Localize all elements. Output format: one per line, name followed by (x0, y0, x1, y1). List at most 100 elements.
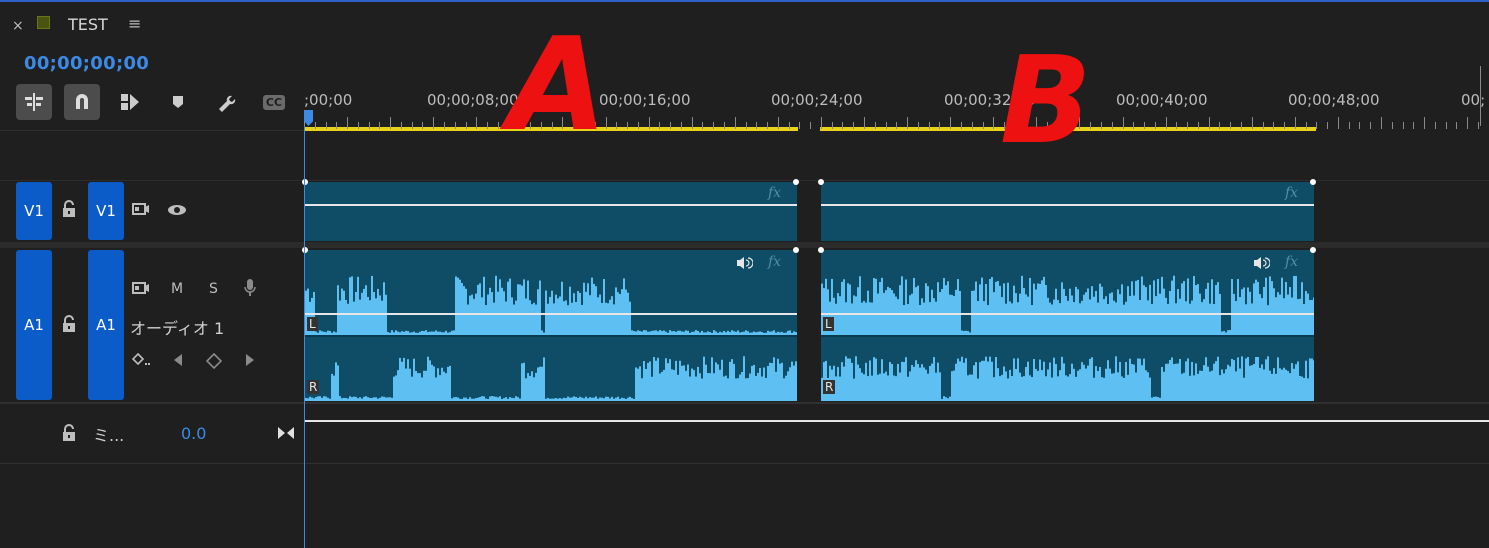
previous-keyframe-icon[interactable] (173, 353, 183, 371)
lock-track-v1-icon[interactable] (61, 200, 77, 222)
waveform-bar (491, 396, 493, 401)
toggle-track-output-eye-icon[interactable] (167, 204, 187, 220)
waveform-bar (1211, 279, 1213, 335)
waveform-bar (1203, 365, 1205, 401)
waveform-bar (569, 397, 571, 401)
clip-start-marker (302, 247, 308, 253)
waveform-bar (1023, 376, 1025, 401)
waveform-bar (753, 364, 755, 401)
target-track-a1[interactable]: A1 (88, 250, 124, 400)
mix-track-volume-line[interactable] (305, 420, 1489, 422)
ruler-tick (1413, 122, 1414, 129)
panel-menu-icon[interactable]: ≡ (128, 14, 141, 33)
waveform-bar (1013, 285, 1015, 335)
mute-track-button[interactable]: M (171, 281, 183, 297)
ruler-tick (993, 117, 994, 129)
waveform-bar (997, 368, 999, 401)
audio-clip-b[interactable]: fx L R (818, 247, 1316, 401)
mix-track-volume-value[interactable]: 0.0 (181, 424, 206, 443)
waveform-bar (575, 302, 577, 335)
lock-track-a1-icon[interactable] (61, 315, 77, 337)
source-patch-a1[interactable]: A1 (16, 250, 52, 400)
waveform-bar (1307, 378, 1309, 401)
add-marker-button[interactable] (160, 84, 196, 120)
waveform-bar (693, 370, 695, 401)
audio-clip-a[interactable]: fx L R (302, 247, 799, 401)
source-patch-v1[interactable]: V1 (16, 182, 52, 240)
volume-rubber-band[interactable] (305, 313, 797, 315)
waveform-bar (1255, 279, 1257, 335)
waveform-bar (1085, 368, 1087, 401)
sequence-tab-title[interactable]: TEST (68, 15, 108, 34)
target-track-v1[interactable]: V1 (88, 182, 124, 240)
timeline-settings-button[interactable] (208, 84, 244, 120)
waveform-bar (505, 301, 507, 335)
waveform-bar (1225, 369, 1227, 401)
waveform-bar (907, 303, 909, 335)
waveform-bar (1003, 366, 1005, 401)
ruler-tick (1144, 122, 1145, 129)
ruler-tick (444, 122, 445, 129)
snap-button[interactable] (64, 84, 100, 120)
fx-badge[interactable]: fx (768, 254, 781, 270)
fx-badge[interactable]: fx (768, 185, 781, 201)
waveform-bar (319, 396, 321, 401)
waveform-bar (721, 359, 723, 401)
waveform-bar (609, 398, 611, 401)
linked-selection-button[interactable] (112, 84, 148, 120)
waveform-bar (517, 397, 519, 401)
waveform-bar (655, 360, 657, 401)
waveform-bar (1115, 302, 1117, 335)
ruler-tick (401, 122, 402, 129)
insert-nest-button[interactable] (16, 84, 52, 120)
waveform-bar (943, 396, 945, 401)
lock-mix-track-icon[interactable] (61, 424, 77, 446)
divider (0, 402, 1489, 404)
volume-rubber-band[interactable] (821, 313, 1314, 315)
close-icon[interactable]: × (12, 18, 24, 34)
waveform-bar (671, 369, 673, 401)
waveform-bar (353, 301, 355, 335)
voice-over-record-microphone-icon[interactable] (243, 278, 257, 302)
waveform-bar (1021, 275, 1023, 335)
sync-lock-icon[interactable] (132, 202, 150, 220)
waveform-bar (591, 397, 593, 401)
opacity-rubber-band[interactable] (305, 204, 797, 206)
fx-badge[interactable]: fx (1285, 185, 1298, 201)
waveform-bar (705, 364, 707, 401)
show-keyframes-icon[interactable] (131, 352, 152, 372)
waveform-bar (1283, 367, 1285, 401)
waveform-bar (375, 298, 377, 335)
sync-lock-icon[interactable] (132, 281, 150, 299)
waveform-bar (447, 366, 449, 401)
waveform-bar (875, 278, 877, 335)
waveform-bar (925, 369, 927, 401)
waveform-bar (527, 373, 529, 401)
waveform-bar (559, 398, 561, 401)
waveform-bar (975, 362, 977, 401)
waveform-bar (411, 376, 413, 401)
waveform-bar (1295, 275, 1297, 335)
waveform-bar (745, 378, 747, 401)
playhead-timecode[interactable]: 00;00;00;00 (24, 53, 149, 74)
waveform-bar (1193, 276, 1195, 335)
waveform-bar (983, 360, 985, 401)
fx-badge[interactable]: fx (1285, 254, 1298, 270)
next-keyframe-icon[interactable] (245, 353, 255, 371)
add-keyframe-icon[interactable] (205, 352, 223, 373)
video-clip-b[interactable]: fx (818, 179, 1316, 241)
mix-track-pan-icon[interactable] (277, 426, 295, 444)
opacity-rubber-band[interactable] (821, 204, 1314, 206)
waveform-bar (1201, 302, 1203, 335)
captions-button[interactable]: CC (256, 84, 292, 120)
waveform-bar (905, 357, 907, 401)
waveform-bar (1237, 279, 1239, 335)
track-name-a1[interactable]: オーディオ 1 (130, 315, 224, 339)
waveform-bar (581, 304, 583, 335)
track-group-divider[interactable] (0, 242, 1489, 248)
video-clip-a[interactable]: fx (302, 179, 799, 241)
time-ruler[interactable]: ;00;00 00;00;08;00 00;00;16;00 00;00;24;… (304, 84, 1489, 134)
waveform-bar (1283, 298, 1285, 335)
waveform-bar (507, 398, 509, 401)
solo-track-button[interactable]: S (209, 281, 218, 297)
